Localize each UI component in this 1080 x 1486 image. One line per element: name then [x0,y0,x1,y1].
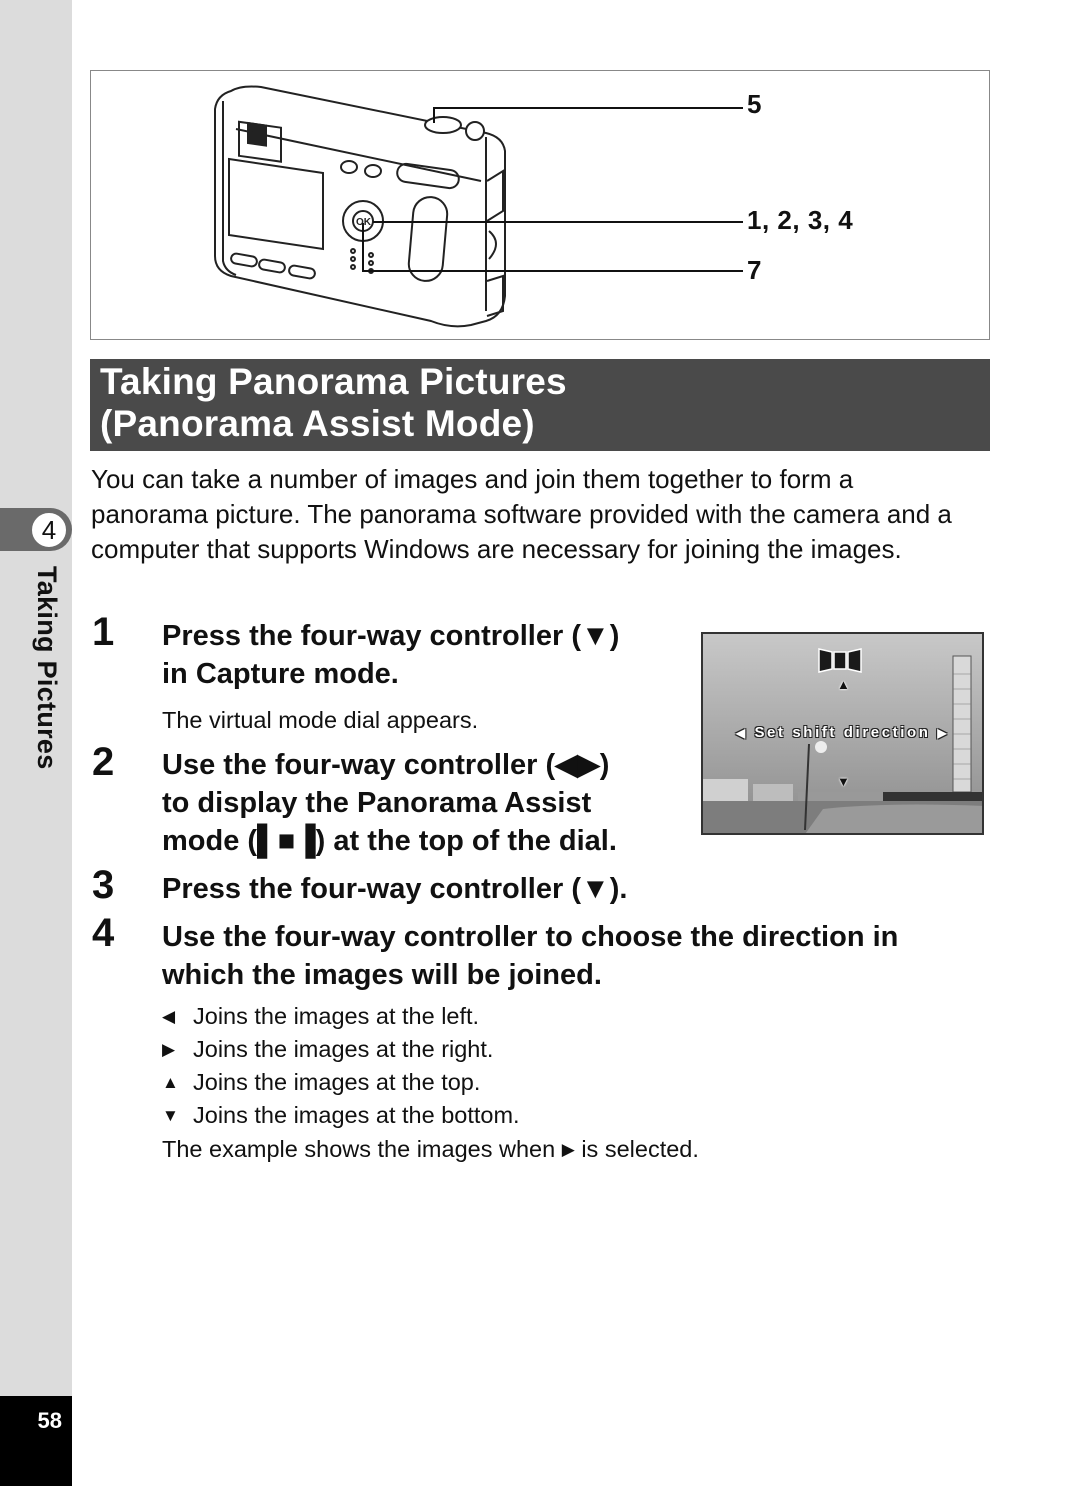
step-line: to display the Panorama Assist [162,787,592,819]
step-3-instruction: Press the four-way controller (▼). [162,870,627,908]
lcd-left-arrow-icon: ◀ [735,726,748,740]
intro-paragraph: You can take a number of images and join… [91,464,952,565]
step-line: in Capture mode. [162,658,399,690]
step-number: 2 [92,740,115,784]
lcd-message: ◀ Set shift direction ▶ [703,724,982,741]
option-text: Joins the images at the top. [193,1069,481,1095]
right-arrow-icon: ▶ [561,1140,575,1159]
right-arrow-icon: ▶ [162,1040,176,1059]
option-text: Joins the images at the left. [193,1003,480,1029]
example-note-text: The example shows the images when [162,1136,556,1162]
section-title-banner: Taking Panorama Pictures (Panorama Assis… [90,359,990,451]
camera-illustration: OK 5 1, 2, 3, 4 7 [90,70,990,340]
direction-option-top: ▲ Joins the images at the top. [162,1067,480,1098]
down-arrow-icon: ▼ [162,1106,179,1125]
section-title-line1: Taking Panorama Pictures [100,361,567,402]
lcd-down-arrow-icon: ▼ [837,774,850,789]
direction-option-left: ◀ Joins the images at the left. [162,1001,479,1032]
step-line: Press the four-way controller (▼) [162,620,620,652]
step-line: Use the four-way controller (◀▶) [162,749,610,781]
chapter-number-badge: 4 [30,511,68,549]
lcd-right-arrow-icon: ▶ [937,726,950,740]
direction-option-right: ▶ Joins the images at the right. [162,1034,493,1065]
lcd-message-text: Set shift direction [754,724,931,741]
camera-back-view-icon: OK [214,85,743,328]
up-arrow-icon: ▲ [162,1073,179,1092]
step-line: which the images will be joined. [162,959,602,991]
chapter-label: Taking Pictures [32,566,62,770]
callout-ok-button: 7 [747,255,762,285]
step-number: 4 [92,911,115,955]
step-2-instruction: Use the four-way controller (◀▶) to disp… [162,746,617,860]
step-line: mode (▌■▐) at the top of the dial. [162,825,617,857]
option-text: Joins the images at the right. [193,1036,494,1062]
step-line: Use the four-way controller to choose th… [162,921,899,953]
page-number-box: 58 [0,1396,72,1486]
section-title-line2: (Panorama Assist Mode) [100,403,535,444]
panorama-assist-icon [818,648,862,673]
option-text: Joins the images at the bottom. [193,1102,520,1128]
lcd-screen-example: ▲ ▼ ◀ Set shift direction ▶ [701,632,984,835]
step-4-instruction: Use the four-way controller to choose th… [162,918,898,994]
callout-controller: 1, 2, 3, 4 [747,205,854,235]
step-number: 1 [92,610,115,654]
step-number: 3 [92,863,115,907]
page-number: 58 [37,1408,62,1433]
lcd-up-arrow-icon: ▲ [837,677,850,692]
step-1-note: The virtual mode dial appears. [162,707,479,733]
step-line: Press the four-way controller (▼). [162,873,628,905]
step-1-instruction: Press the four-way controller (▼) in Cap… [162,617,619,693]
direction-option-bottom: ▼ Joins the images at the bottom. [162,1100,520,1131]
left-arrow-icon: ◀ [162,1007,176,1026]
example-note: The example shows the images when ▶ is s… [162,1134,699,1165]
callout-shutter: 5 [747,89,762,119]
example-note-text: is selected. [581,1136,699,1162]
